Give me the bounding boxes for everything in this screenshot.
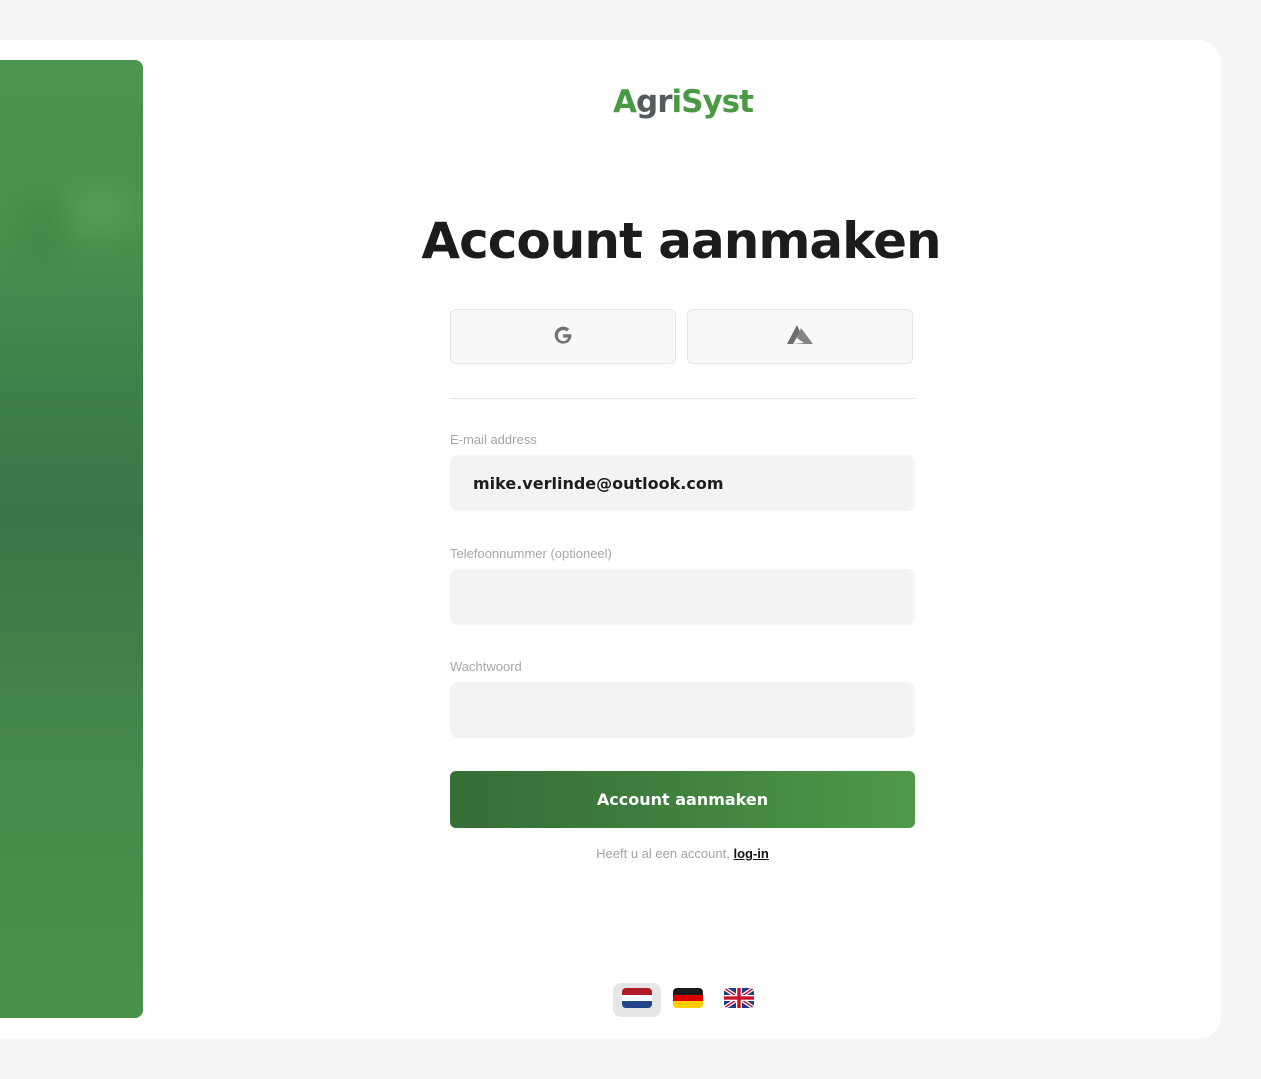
google-g-icon xyxy=(550,322,576,352)
logo-part-a: A xyxy=(613,84,637,120)
email-field[interactable] xyxy=(450,455,915,511)
logo-part-syst: Syst xyxy=(681,84,754,120)
language-de-button[interactable] xyxy=(664,983,712,1017)
password-field[interactable] xyxy=(450,682,915,738)
language-nl-button[interactable] xyxy=(613,983,661,1017)
azure-icon xyxy=(784,323,816,351)
password-label: Wachtwoord xyxy=(450,659,522,674)
page-title: Account aanmaken xyxy=(421,212,941,270)
phone-field[interactable] xyxy=(450,569,915,625)
flag-nl-icon xyxy=(622,988,652,1012)
google-signin-button[interactable] xyxy=(450,309,676,364)
email-label: E-mail address xyxy=(450,432,537,447)
azure-signin-button[interactable] xyxy=(687,309,913,364)
flag-gb-icon xyxy=(724,988,754,1012)
login-prompt-text: Heeft u al een account, xyxy=(596,846,734,861)
signup-card xyxy=(0,40,1221,1039)
agrisyst-logo: AgriSyst xyxy=(613,84,754,126)
logo-part-gr: gr xyxy=(636,84,672,120)
create-account-button[interactable]: Account aanmaken xyxy=(450,771,915,828)
language-en-button[interactable] xyxy=(715,983,763,1017)
divider xyxy=(450,398,915,399)
phone-label: Telefoonnummer (optioneel) xyxy=(450,546,612,561)
logo-part-i: i xyxy=(671,84,682,120)
login-prompt: Heeft u al een account, log-in xyxy=(450,846,915,861)
login-link[interactable]: log-in xyxy=(733,846,768,861)
side-image-panel xyxy=(0,60,143,1018)
flag-de-icon xyxy=(673,988,703,1012)
